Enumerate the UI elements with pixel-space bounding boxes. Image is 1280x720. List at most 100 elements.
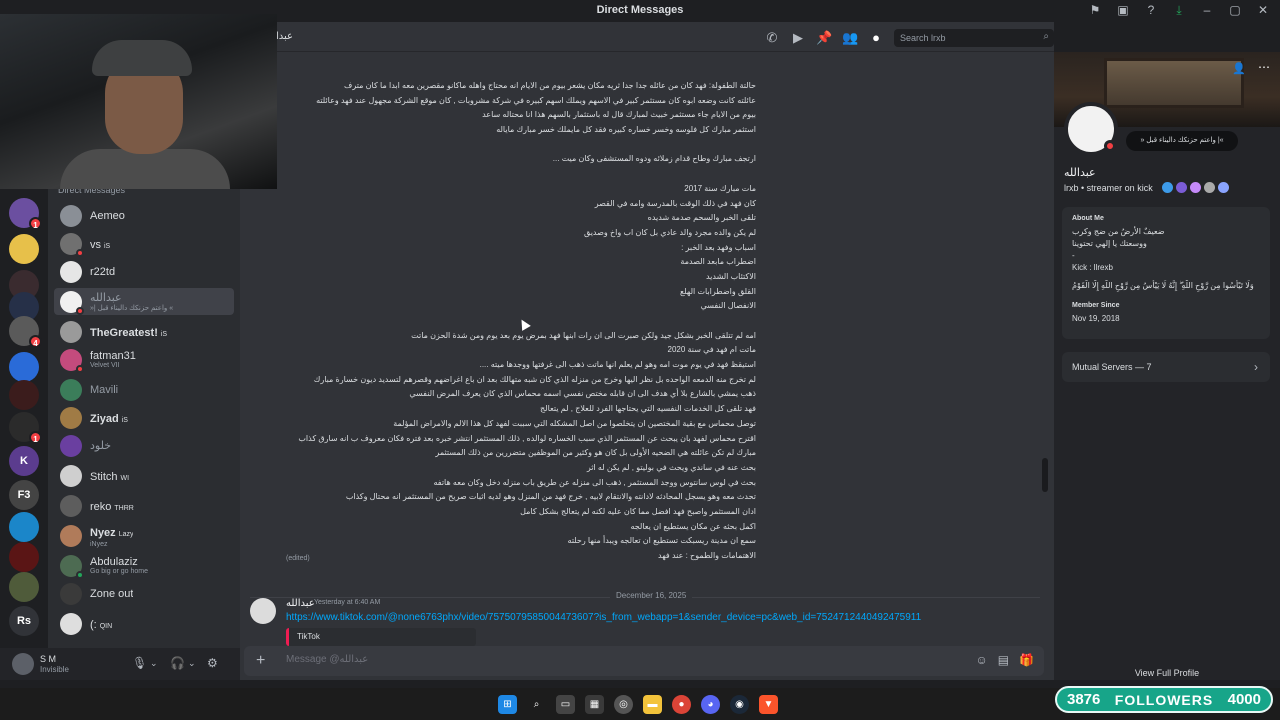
dm-item-stitch[interactable]: Stitch WI — [54, 462, 234, 489]
folder-icon[interactable]: ▬ — [643, 695, 662, 714]
help-icon[interactable]: ? — [1144, 3, 1158, 17]
avatar[interactable] — [1064, 102, 1118, 156]
message-line: ادان المستثمر واصبح فهد افضل مما كان علي… — [520, 506, 756, 516]
server-icon[interactable] — [9, 352, 39, 382]
add-friend-icon[interactable]: 👤 — [1232, 62, 1246, 75]
emoji-icon[interactable]: ☺ — [975, 653, 987, 667]
badge-icon[interactable] — [1190, 182, 1201, 193]
avatar[interactable] — [250, 598, 276, 624]
about-line: Kick : llrexb — [1072, 263, 1113, 272]
server-icon[interactable] — [9, 572, 39, 602]
server-icon[interactable]: 1 — [9, 412, 42, 444]
task-view-icon[interactable]: ▭ — [556, 695, 575, 714]
dm-name: Aemeo — [90, 209, 125, 222]
message-input[interactable]: Message @عبدالله — [286, 654, 368, 665]
sticker-icon[interactable]: ▤ — [998, 653, 1009, 667]
close-icon[interactable]: ✕ — [1256, 3, 1270, 17]
message-line: تحدث معه وهو يسجل المحادثه لادانته والان… — [345, 492, 756, 502]
dm-item-smile[interactable]: (: QIN — [54, 610, 234, 637]
dm-item-ziyad[interactable]: Ziyad iS — [54, 404, 234, 431]
dm-item-reko[interactable]: reko THRR — [54, 492, 234, 519]
server-icon[interactable]: F3 — [9, 480, 39, 510]
server-icon[interactable] — [9, 380, 39, 410]
message-line: الاكتئاب الشديد — [705, 271, 756, 281]
message-link[interactable]: https://www.tiktok.com/@none6763phx/vide… — [286, 612, 921, 623]
discord-icon[interactable]: ◕ — [701, 695, 720, 714]
windows-start-icon[interactable]: ⊞ — [498, 695, 517, 714]
brave-icon[interactable]: ▼ — [759, 695, 778, 714]
dm-item-thegreatest[interactable]: TheGreatest! iS — [54, 318, 234, 345]
dm-item-khulood[interactable]: خلود — [54, 432, 234, 459]
dm-item-mavili[interactable]: Mavili — [54, 376, 234, 403]
dm-item-abdulaziz[interactable]: Abdulaziz Go big or go home — [54, 552, 234, 579]
store-icon[interactable]: ▦ — [585, 695, 604, 714]
plus-icon[interactable]: + — [256, 652, 265, 670]
dm-name: Mavili — [90, 383, 119, 396]
avatar — [60, 406, 82, 429]
link-embed[interactable]: TikTok — [286, 628, 476, 646]
mutual-servers-button[interactable]: Mutual Servers — 7 › — [1062, 352, 1270, 382]
dm-name: عبدالله — [90, 292, 122, 304]
avatar[interactable] — [12, 653, 34, 675]
avatar — [60, 204, 82, 227]
about-me-card: About Me ضعيفٌ الأرضُ من ضج وكرب ووسعتك … — [1062, 207, 1270, 339]
view-full-profile-link[interactable]: View Full Profile — [1054, 668, 1280, 678]
message-timestamp: Yesterday at 6:40 AM — [314, 599, 381, 606]
scrollbar[interactable] — [1042, 458, 1048, 492]
add-friend-icon[interactable]: 👥 — [842, 30, 858, 46]
dm-item-fatman31[interactable]: fatman31 Velvet VII — [54, 346, 234, 373]
message-line: اقترح محماس لفهد بان يبحث عن المستثمر ال… — [298, 433, 756, 443]
dm-item-nyez[interactable]: Nyez Lazy iNyez — [54, 522, 234, 549]
steam-icon[interactable]: ◉ — [730, 695, 749, 714]
badge-icon[interactable] — [1162, 182, 1173, 193]
server-icon[interactable]: Rs — [9, 606, 39, 636]
dm-name: Stitch — [90, 470, 118, 483]
server-icon[interactable] — [9, 512, 39, 542]
dm-item-zone-out[interactable]: Zone out — [54, 580, 234, 607]
maximize-icon[interactable]: ▢ — [1228, 3, 1242, 17]
dm-item-aemeo[interactable]: Aemeo — [54, 202, 234, 229]
server-rail: 1 4 1 K F3 Rs — [0, 190, 48, 660]
badge-icon[interactable] — [1218, 182, 1229, 193]
server-icon[interactable]: K — [9, 446, 39, 476]
server-icon[interactable]: 4 — [9, 316, 42, 348]
pin-icon[interactable]: 📌 — [816, 30, 832, 46]
gift-icon[interactable]: 🎁 — [1019, 653, 1034, 667]
download-icon[interactable]: ⤓ — [1172, 3, 1186, 17]
dm-item-abdullah[interactable]: عبدالله »| واعتم حزنكك داليناء قبل « — [54, 288, 234, 315]
message-composer[interactable]: + Message @عبدالله ☺ ▤ 🎁 — [244, 646, 1044, 676]
badge-icon[interactable] — [1204, 182, 1215, 193]
gear-icon[interactable]: ⚙ — [207, 656, 218, 670]
chevron-down-icon[interactable]: ⌄ — [150, 658, 158, 669]
avatar — [60, 348, 84, 373]
avatar — [60, 434, 82, 457]
server-icon[interactable]: 1 — [9, 198, 42, 230]
search-input[interactable]: Search lrxb ⌕ — [894, 29, 1054, 47]
phone-icon[interactable]: ✆ — [764, 30, 780, 46]
minimize-icon[interactable]: – — [1200, 3, 1214, 17]
server-icon[interactable] — [9, 542, 39, 572]
about-line: ووسعتك يا إلهي تحتوينا — [1072, 239, 1147, 248]
chrome-icon[interactable]: ● — [672, 695, 691, 714]
dm-item-r22td[interactable]: r22td — [54, 258, 234, 285]
headphones-icon[interactable]: 🎧 — [170, 656, 185, 670]
message-line: استثمر مبارك كل فلوسه وخسر خساره كبيره ف… — [496, 125, 756, 135]
chevron-down-icon[interactable]: ⌄ — [188, 658, 196, 669]
app-icon[interactable]: ◎ — [614, 695, 633, 714]
flag-icon[interactable]: ⚑ — [1088, 3, 1102, 17]
dm-item-vs[interactable]: vs iS — [54, 230, 234, 257]
inbox-icon[interactable]: ▣ — [1116, 3, 1130, 17]
message-author[interactable]: عبدالله — [286, 598, 315, 609]
message-line: لم تخرج منه الدمعه الواحده بل نظر اليها … — [313, 374, 756, 384]
more-icon[interactable]: ⋯ — [1258, 60, 1270, 74]
search-icon[interactable]: ⌕ — [527, 695, 546, 714]
microphone-icon[interactable]: 🎙 — [132, 656, 147, 670]
followers-goal-value: 4000 — [1227, 691, 1261, 708]
server-icon[interactable] — [9, 234, 39, 264]
message-line: مبارك لم تكن عائلته هي الضحيه الأولى بل … — [435, 448, 756, 458]
about-line: ضعيفٌ الأرضُ من ضج وكرب — [1072, 227, 1165, 236]
guild-tag: THRR — [114, 504, 134, 512]
badge-icon[interactable] — [1176, 182, 1187, 193]
user-profile-icon[interactable]: ● — [868, 30, 884, 46]
video-icon[interactable]: ▶ — [790, 30, 806, 46]
